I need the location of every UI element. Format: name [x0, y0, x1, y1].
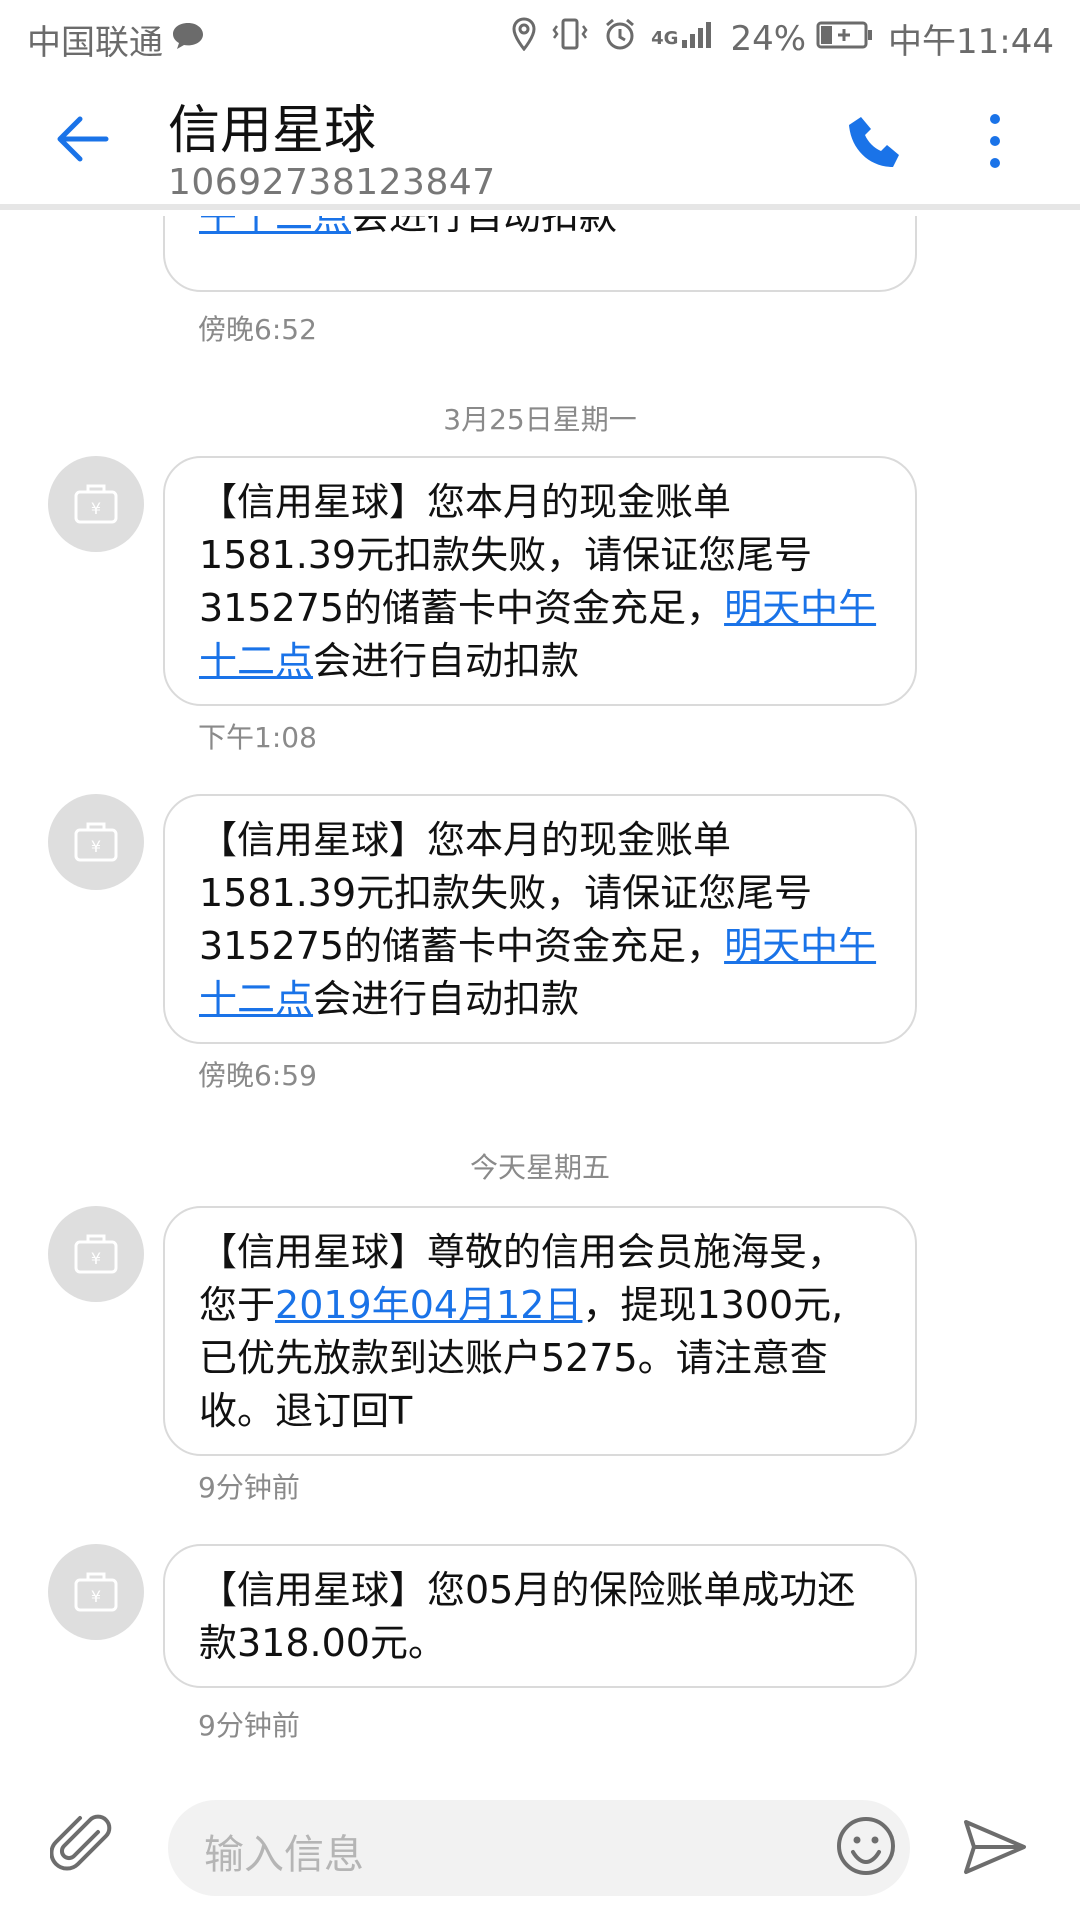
emoji-button[interactable] — [834, 1814, 898, 1878]
message-time: 9分钟前 — [198, 1471, 300, 1504]
message-time: 下午1:08 — [198, 721, 317, 754]
conversation-header: 信用星球 10692738123847 — [0, 75, 1080, 210]
compose-bar: 输入信息 — [0, 1786, 1080, 1920]
contact-name: 信用星球 — [168, 101, 377, 161]
message-link[interactable]: 2019年04月12日 — [275, 1283, 582, 1327]
day-divider: 今天星期五 — [469, 1151, 610, 1184]
smiley-icon — [837, 1817, 895, 1875]
wallet-icon: ¥ — [74, 484, 118, 524]
message-bubble[interactable]: 【信用星球】您05月的保险账单成功还款318.00元。 — [163, 1544, 917, 1688]
message-time: 傍晚6:52 — [198, 313, 317, 346]
message-notification-icon — [171, 20, 205, 60]
message-input-placeholder: 输入信息 — [204, 1832, 364, 1878]
sender-avatar: ¥ — [48, 1206, 144, 1302]
day-divider: 3月25日星期一 — [443, 403, 637, 436]
send-button[interactable] — [962, 1814, 1028, 1880]
message-bubble[interactable]: 【信用星球】您本月的现金账单1581.39元扣款失败，请保证您尾号315275的… — [163, 456, 917, 706]
signal-icon — [680, 19, 716, 59]
vibrate-icon — [551, 17, 589, 60]
contact-number: 10692738123847 — [168, 162, 496, 203]
sender-avatar: ¥ — [48, 794, 144, 890]
message-input[interactable]: 输入信息 — [168, 1800, 910, 1896]
send-icon — [964, 1820, 1026, 1874]
wallet-icon: ¥ — [74, 1572, 118, 1612]
arrow-left-icon — [57, 116, 109, 162]
message-text: 【信用星球】您本月的现金账单1581.39元扣款失败，请保证您尾号315275的… — [199, 818, 813, 968]
location-icon — [511, 17, 537, 60]
attach-button[interactable] — [49, 1810, 120, 1880]
message-link[interactable]: 午十二点 — [199, 216, 351, 238]
svg-text:¥: ¥ — [91, 499, 101, 518]
message-list[interactable]: 午十二点会进行自动扣款 傍晚6:52 3月25日星期一 ¥ 【信用星球】您本月的… — [0, 216, 1080, 1786]
more-vert-icon — [990, 114, 1000, 168]
message-time: 9分钟前 — [198, 1709, 300, 1742]
message-text: 会进行自动扣款 — [313, 639, 580, 683]
call-button[interactable] — [845, 113, 905, 173]
message-bubble[interactable]: 【信用星球】尊敬的信用会员施海旻，您于2019年04月12日，提现1300元,已… — [163, 1206, 917, 1456]
message-text: 【信用星球】您本月的现金账单1581.39元扣款失败，请保证您尾号315275的… — [199, 480, 813, 630]
message-time: 傍晚6:59 — [198, 1059, 317, 1092]
network-type-label: 4G — [651, 28, 679, 49]
carrier-label: 中国联通 — [27, 23, 163, 63]
svg-text:¥: ¥ — [91, 837, 101, 856]
more-options-button[interactable] — [980, 109, 1010, 173]
battery-charging-icon — [816, 19, 874, 59]
status-bar: 中国联通 4G 24% 中午11:44 — [0, 0, 1080, 75]
message-bubble[interactable]: 午十二点会进行自动扣款 — [163, 216, 917, 292]
svg-text:¥: ¥ — [91, 1249, 101, 1268]
clock-time: 中午11:44 — [888, 22, 1054, 62]
paperclip-icon — [49, 1814, 112, 1871]
message-text: 会进行自动扣款 — [351, 216, 618, 238]
phone-icon — [849, 117, 899, 167]
svg-text:¥: ¥ — [91, 1587, 101, 1606]
wallet-icon: ¥ — [74, 822, 118, 862]
message-text: 【信用星球】您05月的保险账单成功还款318.00元。 — [199, 1568, 856, 1665]
message-bubble[interactable]: 【信用星球】您本月的现金账单1581.39元扣款失败，请保证您尾号315275的… — [163, 794, 917, 1044]
message-text: 会进行自动扣款 — [313, 977, 580, 1021]
sender-avatar: ¥ — [48, 1544, 144, 1640]
sender-avatar: ¥ — [48, 456, 144, 552]
battery-percent: 24% — [730, 18, 807, 59]
wallet-icon: ¥ — [74, 1234, 118, 1274]
back-button[interactable] — [52, 109, 112, 169]
alarm-icon — [603, 17, 637, 60]
